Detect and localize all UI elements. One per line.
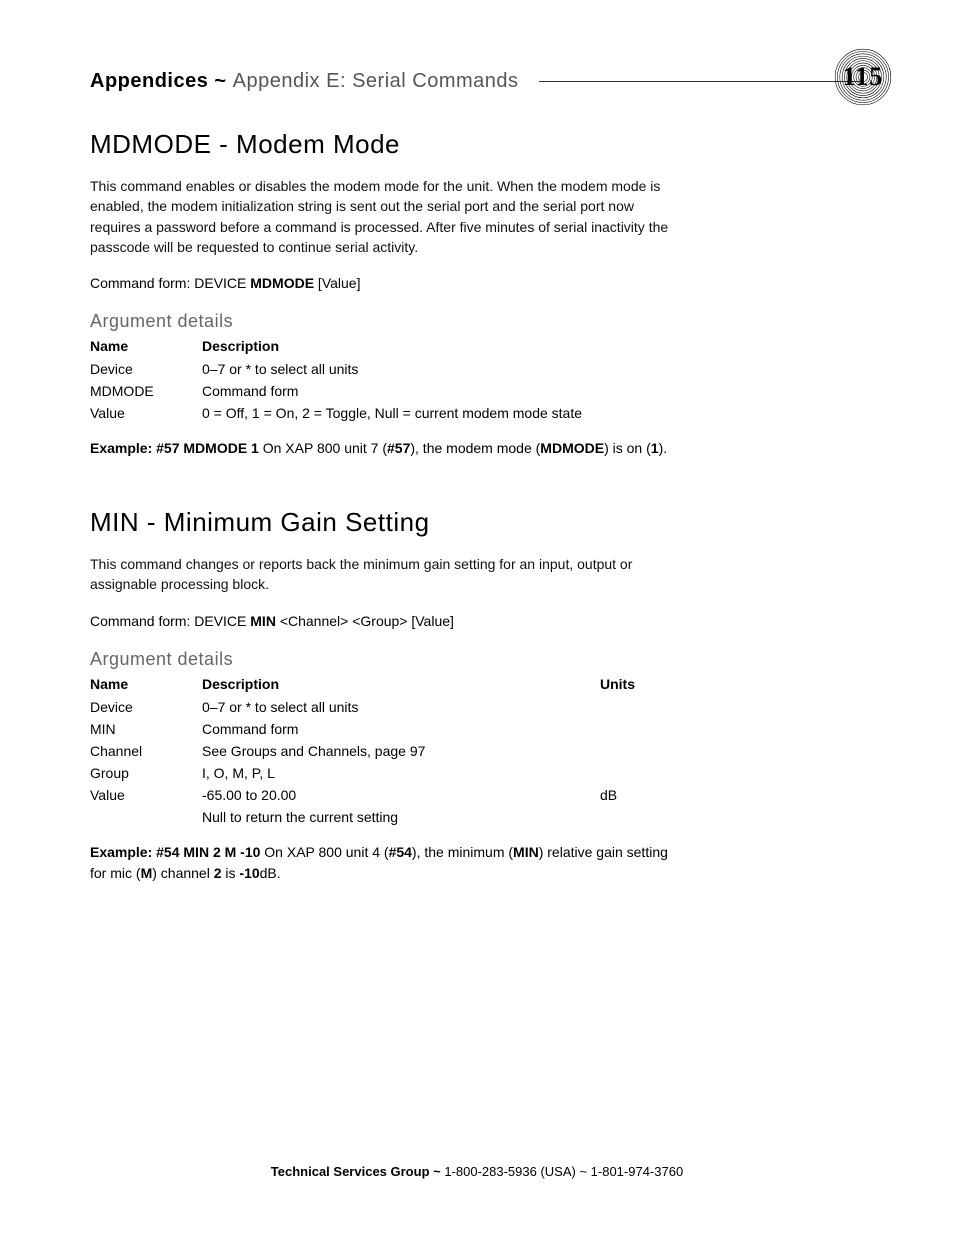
example-text: ). [659, 440, 668, 456]
col-units-header: Units [600, 674, 680, 696]
col-desc-header: Description [202, 674, 600, 696]
breadcrumb-light: Appendix E: Serial Commands [233, 70, 519, 92]
arg-units [600, 762, 680, 784]
arg-name: Value [90, 784, 202, 806]
command-form-bold: MIN [250, 613, 276, 629]
example-bold: -10 [239, 865, 259, 881]
section-body: This command enables or disables the mod… [90, 176, 680, 257]
example-text: On XAP 800 unit 4 ( [260, 844, 388, 860]
example-bold: #57 [387, 440, 410, 456]
page-number-badge: 115 [834, 48, 892, 106]
example-bold: 2 [214, 865, 222, 881]
col-name-header: Name [90, 336, 202, 358]
arg-name: Device [90, 696, 202, 718]
arg-name [90, 806, 202, 828]
section-title: MIN - Minimum Gain Setting [90, 507, 680, 538]
col-name-header: Name [90, 674, 202, 696]
example-text: is [222, 865, 240, 881]
arg-desc: Null to return the current setting [202, 806, 600, 828]
arg-desc: See Groups and Channels, page 97 [202, 740, 600, 762]
example-bold: M [141, 865, 153, 881]
table-header-row: Name Description [90, 336, 680, 358]
example: Example: #54 MIN 2 M -10 On XAP 800 unit… [90, 842, 680, 884]
table-row: MDMODE Command form [90, 380, 680, 402]
table-row: Group I, O, M, P, L [90, 762, 680, 784]
page: Appendices ~ Appendix E: Serial Commands… [0, 0, 954, 1235]
arg-desc: 0–7 or * to select all units [202, 358, 680, 380]
example-text: On XAP 800 unit 7 ( [259, 440, 387, 456]
col-desc-header: Description [202, 336, 680, 358]
footer: Technical Services Group ~ 1-800-283-593… [0, 1164, 954, 1179]
command-form: Command form: DEVICE MDMODE [Value] [90, 275, 680, 291]
arg-units [600, 806, 680, 828]
example: Example: #57 MDMODE 1 On XAP 800 unit 7 … [90, 438, 680, 459]
table-row: Device 0–7 or * to select all units [90, 358, 680, 380]
example-text: ) is on ( [604, 440, 651, 456]
footer-rest: 1-800-283-5936 (USA) ~ 1-801-974-3760 [444, 1164, 683, 1179]
command-form-rest: [Value] [314, 275, 360, 291]
table-header-row: Name Description Units [90, 674, 680, 696]
arg-desc: 0–7 or * to select all units [202, 696, 600, 718]
page-number: 115 [834, 48, 892, 106]
arg-units: dB [600, 784, 680, 806]
command-form: Command form: DEVICE MIN <Channel> <Grou… [90, 613, 680, 629]
arg-name: Device [90, 358, 202, 380]
example-bold: 1 [651, 440, 659, 456]
table-row: Channel See Groups and Channels, page 97 [90, 740, 680, 762]
table-row: Device 0–7 or * to select all units [90, 696, 680, 718]
command-form-rest: <Channel> <Group> [Value] [276, 613, 454, 629]
table-row: MIN Command form [90, 718, 680, 740]
command-form-bold: MDMODE [250, 275, 314, 291]
example-text: ) channel [152, 865, 213, 881]
table-row: Value 0 = Off, 1 = On, 2 = Toggle, Null … [90, 402, 680, 424]
section-title: MDMODE - Modem Mode [90, 129, 680, 160]
section-body: This command changes or reports back the… [90, 554, 680, 595]
header-rule [539, 81, 864, 82]
example-bold: MDMODE [540, 440, 604, 456]
breadcrumb: Appendices ~ Appendix E: Serial Commands [90, 70, 519, 93]
command-form-label: Command form: DEVICE [90, 613, 250, 629]
arg-units [600, 696, 680, 718]
arg-units [600, 718, 680, 740]
arg-desc: -65.00 to 20.00 [202, 784, 600, 806]
argument-table: Name Description Units Device 0–7 or * t… [90, 674, 680, 828]
command-form-label: Command form: DEVICE [90, 275, 250, 291]
arg-desc: Command form [202, 380, 680, 402]
argument-table: Name Description Device 0–7 or * to sele… [90, 336, 680, 424]
arg-name: MDMODE [90, 380, 202, 402]
arg-name: Channel [90, 740, 202, 762]
arg-desc: 0 = Off, 1 = On, 2 = Toggle, Null = curr… [202, 402, 680, 424]
arg-desc: Command form [202, 718, 600, 740]
example-bold: MIN [513, 844, 539, 860]
example-cmd: Example: #54 MIN 2 M -10 [90, 844, 260, 860]
arg-name: Group [90, 762, 202, 784]
example-bold: #54 [389, 844, 412, 860]
argument-details-heading: Argument details [90, 649, 680, 670]
table-row: Value -65.00 to 20.00 dB [90, 784, 680, 806]
example-text: ), the minimum ( [412, 844, 513, 860]
arg-units [600, 740, 680, 762]
breadcrumb-bold: Appendices ~ [90, 70, 233, 92]
example-text: ), the modem mode ( [410, 440, 540, 456]
arg-name: MIN [90, 718, 202, 740]
argument-details-heading: Argument details [90, 311, 680, 332]
arg-desc: I, O, M, P, L [202, 762, 600, 784]
main-content: MDMODE - Modem Mode This command enables… [90, 129, 680, 884]
example-text: dB. [260, 865, 281, 881]
example-cmd: Example: #57 MDMODE 1 [90, 440, 259, 456]
table-row: Null to return the current setting [90, 806, 680, 828]
footer-bold: Technical Services Group ~ [271, 1164, 445, 1179]
arg-name: Value [90, 402, 202, 424]
page-header: Appendices ~ Appendix E: Serial Commands [90, 70, 864, 93]
